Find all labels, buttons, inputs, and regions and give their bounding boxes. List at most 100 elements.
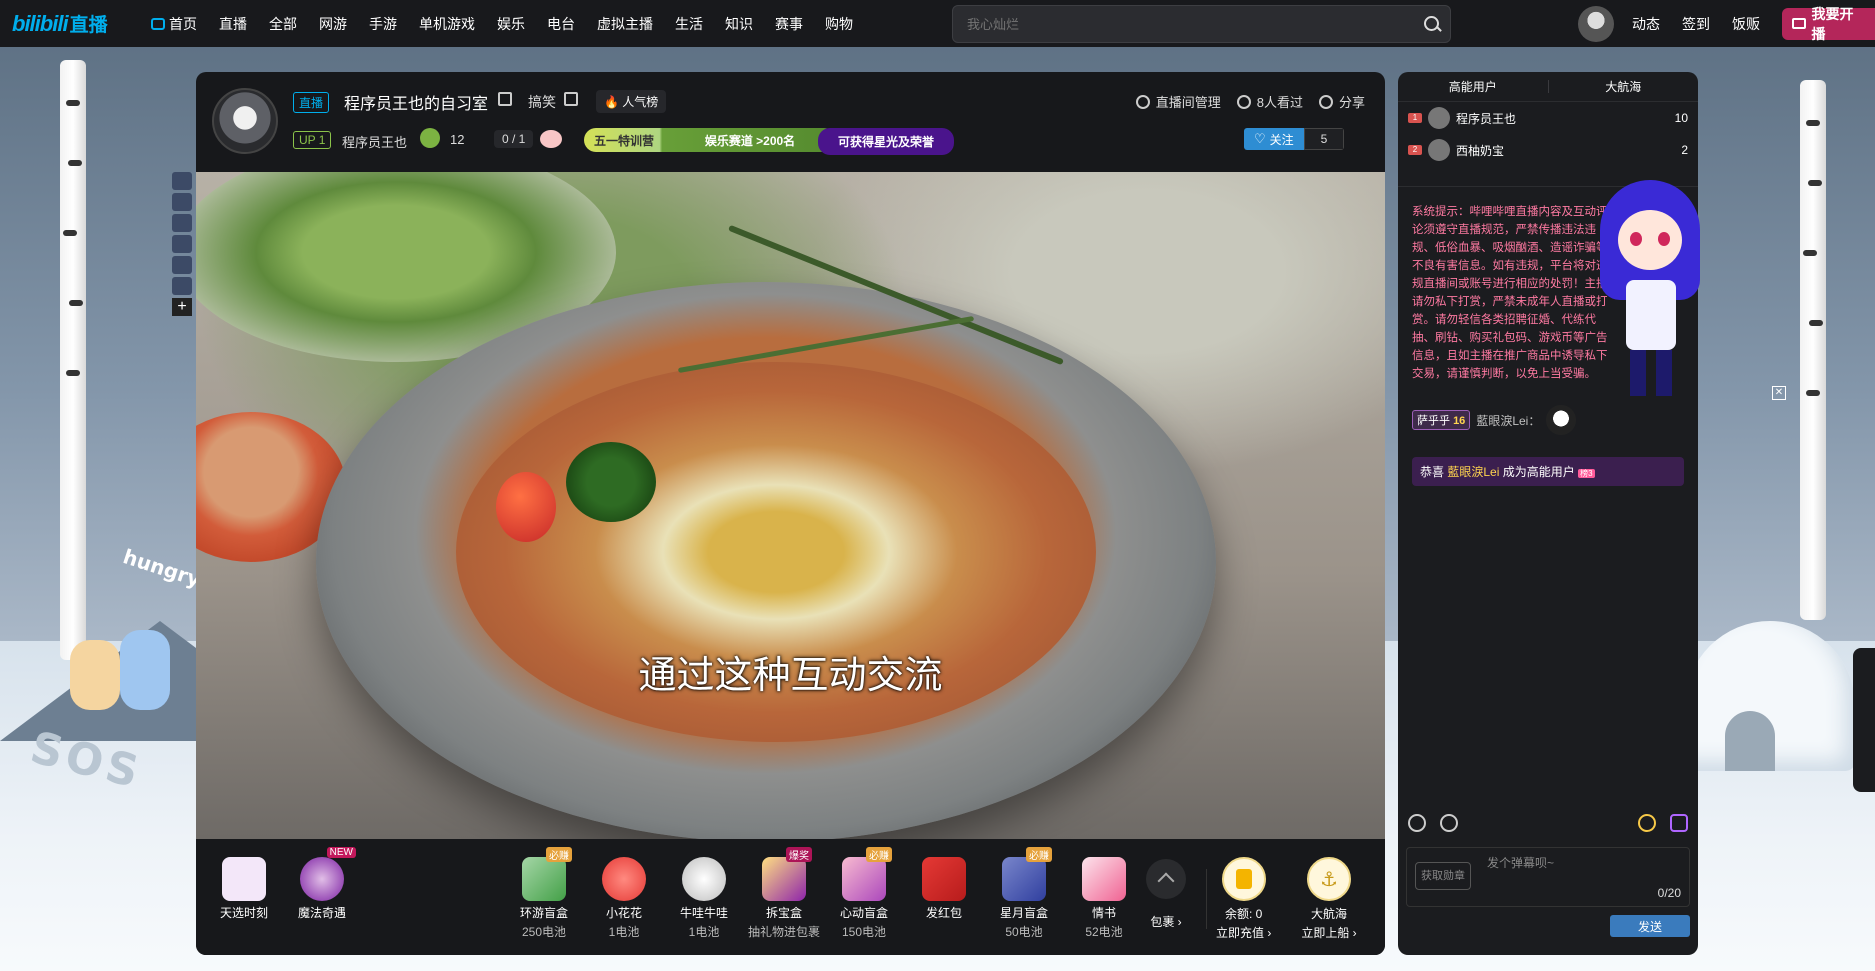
gift-item[interactable]: 情书 52电池 — [1076, 857, 1132, 940]
follow-label: 关注 — [1269, 132, 1294, 147]
send-button[interactable]: 发送 — [1610, 915, 1690, 937]
user-avatar[interactable] — [1578, 5, 1614, 42]
gift-item[interactable]: 必赚 心动盲盒 150电池 — [836, 847, 892, 940]
gift-activities: 天选时刻 NEW 魔法奇遇 — [216, 847, 356, 921]
gift-item[interactable]: 牛哇牛哇 1电池 — [676, 857, 732, 940]
gift-item[interactable]: 必赚 星月盲盒 50电池 — [996, 847, 1052, 940]
fleet-button[interactable]: 大航海 立即上船 › — [1301, 857, 1357, 941]
follow-button[interactable]: ♡ 关注 — [1244, 128, 1304, 150]
gift-item[interactable]: 发红包 — [916, 857, 972, 940]
video-player[interactable]: 通过这种互动交流 — [196, 172, 1385, 839]
travel-box-icon — [522, 857, 566, 901]
background-tree — [1800, 80, 1826, 620]
edit-icon[interactable] — [498, 92, 512, 106]
add-shortcut-icon[interactable]: + — [172, 298, 192, 316]
get-medal-button[interactable]: 获取勋章 — [1415, 862, 1471, 890]
gift-lottery[interactable]: 天选时刻 — [216, 857, 272, 921]
chat-tabs: 高能用户 大航海 — [1398, 72, 1698, 102]
nav-mobile-games[interactable]: 手游 — [358, 14, 408, 34]
room-area[interactable]: 搞笑 — [528, 92, 556, 112]
palette-icon[interactable] — [1408, 814, 1426, 832]
nav-radio[interactable]: 电台 — [536, 14, 586, 34]
edit-icon[interactable] — [564, 92, 578, 106]
emoji-icon[interactable] — [1638, 814, 1657, 832]
task-progress[interactable]: 0 / 1 — [494, 130, 534, 148]
share-button[interactable]: 分享 — [1318, 92, 1365, 111]
nav-shopping[interactable]: 购物 — [814, 14, 864, 34]
danmu-user[interactable]: 藍眼淚Lei： — [1476, 412, 1540, 429]
backpack-button[interactable]: 包裹 › — [1146, 859, 1186, 930]
nav-online-games[interactable]: 网游 — [308, 14, 358, 34]
gift-item[interactable]: 爆奖 拆宝盒 抽礼物进包裹 — [748, 847, 820, 940]
rank-row[interactable]: 1 程序员王也 10 — [1398, 102, 1698, 134]
gift-name: 星月盲盒 — [999, 906, 1048, 920]
shortcut-thumb[interactable] — [172, 235, 192, 253]
host-avatar[interactable] — [212, 88, 278, 154]
side-float-panel[interactable] — [1853, 648, 1875, 792]
nav-entertainment[interactable]: 娱乐 — [486, 14, 536, 34]
start-live-button[interactable]: 我要开播 — [1782, 6, 1875, 42]
gift-name: 天选时刻 — [219, 906, 268, 920]
cards-icon — [222, 857, 266, 901]
recharge-button[interactable]: 余额: 0 立即充值 › — [1216, 857, 1271, 941]
shortcut-thumb[interactable] — [172, 277, 192, 295]
follow-group: ♡ 关注 5 — [1244, 128, 1345, 150]
recharge-label: 立即充值 › — [1216, 926, 1272, 940]
sticker-emote — [1546, 405, 1577, 435]
top-link-checkin[interactable]: 签到 — [1682, 14, 1710, 34]
nav-knowledge[interactable]: 知识 — [714, 14, 764, 34]
shortcut-thumb[interactable] — [172, 193, 192, 211]
shortcut-thumb[interactable] — [172, 172, 192, 190]
heart-icon: ♡ — [1254, 131, 1266, 146]
top-link-fanfan[interactable]: 饭贩 — [1732, 14, 1760, 34]
event-rank-bar[interactable]: 五一特训营 娱乐赛道 >200名 — [584, 128, 836, 152]
fan-medal[interactable]: 萨乎乎 16 — [1412, 410, 1471, 430]
hot-rank-badge[interactable]: 🔥 人气榜 — [596, 90, 667, 113]
search-input[interactable] — [953, 16, 1414, 32]
message-icon[interactable] — [1670, 814, 1688, 832]
share-icon — [1318, 94, 1333, 109]
nav-single-games[interactable]: 单机游戏 — [408, 14, 486, 34]
gift-item[interactable]: 小花花 1电池 — [596, 857, 652, 940]
bilibili-live-logo[interactable]: bilibili 直播 — [12, 10, 124, 37]
host-name[interactable]: 程序员王也 — [342, 132, 407, 151]
tab-fleet[interactable]: 大航海 — [1549, 72, 1699, 101]
danmu-input[interactable] — [1487, 854, 1677, 894]
effects-icon[interactable] — [1439, 814, 1458, 832]
shortcut-thumb[interactable] — [172, 256, 192, 274]
gift-magic[interactable]: NEW 魔法奇遇 — [294, 847, 356, 921]
danmu-input-area: 获取勋章 0/20 — [1406, 847, 1690, 907]
wallet: 余额: 0 立即充值 › 大航海 立即上船 › — [1216, 857, 1357, 941]
battery-coin-icon — [1221, 857, 1266, 901]
tab-high-energy[interactable]: 高能用户 — [1398, 72, 1548, 101]
gift-name: 小花花 — [605, 906, 642, 920]
search-icon[interactable] — [1414, 6, 1450, 42]
top-link-dynamics[interactable]: 动态 — [1632, 14, 1660, 34]
wand-icon — [762, 857, 806, 901]
gift-price: 1电池 — [608, 925, 640, 939]
expand-icon[interactable]: ✕ — [1772, 386, 1786, 400]
gift-item[interactable]: 必赚 环游盲盒 250电池 — [516, 847, 572, 940]
rank-row[interactable]: 2 西柚奶宝 2 — [1398, 134, 1698, 166]
nav-all[interactable]: 全部 — [258, 14, 308, 34]
nav-vtuber[interactable]: 虚拟主播 — [586, 14, 664, 34]
nav-live[interactable]: 直播 — [208, 14, 258, 34]
task-gift-icon[interactable] — [540, 130, 562, 148]
gift-price: 250电池 — [521, 925, 567, 939]
shortcut-thumb[interactable] — [172, 214, 192, 232]
fan-club-count: 12 — [450, 132, 465, 147]
board-label: 立即上船 › — [1301, 926, 1357, 940]
gift-name: 牛哇牛哇 — [679, 906, 728, 920]
nav-life[interactable]: 生活 — [664, 14, 714, 34]
nav-home[interactable]: 首页 — [140, 14, 208, 34]
hot-rank-label: 人气榜 — [622, 95, 659, 109]
starlight-button[interactable]: 可获得星光及荣誉 — [818, 128, 955, 155]
room-manage-button[interactable]: 直播间管理 — [1135, 92, 1221, 111]
nav-esports[interactable]: 赛事 — [764, 14, 814, 34]
main-nav: 首页 直播 全部 网游 手游 单机游戏 娱乐 电台 虚拟主播 生活 知识 赛事 … — [140, 14, 864, 34]
fan-club-icon[interactable] — [420, 128, 440, 148]
mascot-character[interactable] — [1590, 170, 1710, 400]
medal-name: 萨乎乎 — [1417, 415, 1450, 427]
gift-name: 拆宝盒 — [765, 906, 802, 920]
notice-user[interactable]: 藍眼淚Lei — [1447, 465, 1499, 479]
